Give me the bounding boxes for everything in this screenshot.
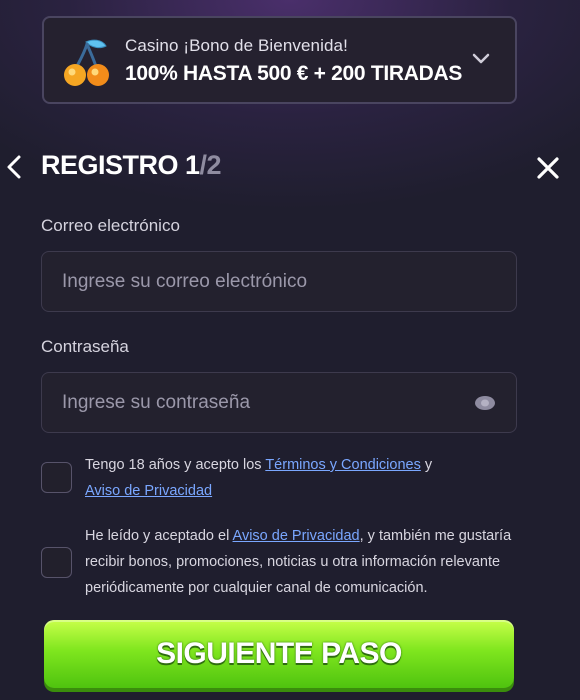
bonus-headline: 100% HASTA 500 € + 200 TIRADAS	[125, 62, 463, 85]
password-input[interactable]	[62, 373, 462, 432]
marketing-text-before: He leído y aceptado el	[85, 528, 233, 544]
terms-consent-row: Tengo 18 años y acepto los Términos y Co…	[41, 452, 517, 504]
marketing-text-after: , y también me gustaría	[359, 528, 512, 544]
terms-checkbox[interactable]	[41, 462, 72, 493]
welcome-bonus-banner[interactable]: Casino ¡Bono de Bienvenida! 100% HASTA 5…	[42, 16, 517, 104]
page-title: REGISTRO 1/2	[41, 150, 222, 181]
next-step-button[interactable]: SIGUIENTE PASO	[44, 620, 514, 688]
marketing-text-line3: periódicamente por cualquier canal de co…	[85, 580, 428, 596]
terms-text-mid: y	[420, 457, 433, 473]
bonus-text: Casino ¡Bono de Bienvenida! 100% HASTA 5…	[125, 36, 462, 86]
marketing-text-line2: recibir bonos, promociones, noticias u o…	[85, 554, 501, 570]
email-field-container	[41, 251, 517, 312]
marketing-text: He leído y aceptado el Aviso de Privacid…	[85, 523, 511, 601]
email-input[interactable]	[62, 252, 462, 311]
title-step: REGISTRO 1	[41, 150, 200, 180]
close-icon[interactable]	[536, 156, 560, 180]
password-label: Contraseña	[41, 337, 129, 356]
marketing-consent-row: He leído y aceptado el Aviso de Privacid…	[41, 523, 517, 603]
registration-screen: Casino ¡Bono de Bienvenida! 100% HASTA 5…	[0, 0, 580, 700]
cherries-icon	[62, 36, 112, 88]
password-field-container	[41, 372, 517, 433]
marketing-privacy-link[interactable]: Aviso de Privacidad	[233, 528, 360, 544]
eye-icon[interactable]	[474, 394, 496, 412]
terms-text: Tengo 18 años y acepto los Términos y Co…	[85, 452, 432, 504]
privacy-notice-link[interactable]: Aviso de Privacidad	[85, 483, 212, 499]
email-label: Correo electrónico	[41, 216, 180, 235]
chevron-left-icon[interactable]	[4, 154, 24, 180]
chevron-down-icon[interactable]	[471, 52, 491, 66]
bonus-subtitle: Casino ¡Bono de Bienvenida!	[125, 36, 348, 55]
title-step-total: /2	[199, 150, 222, 180]
terms-text-before: Tengo 18 años y acepto los	[85, 457, 266, 473]
marketing-checkbox[interactable]	[41, 547, 72, 578]
terms-conditions-link[interactable]: Términos y Condiciones	[265, 457, 421, 473]
